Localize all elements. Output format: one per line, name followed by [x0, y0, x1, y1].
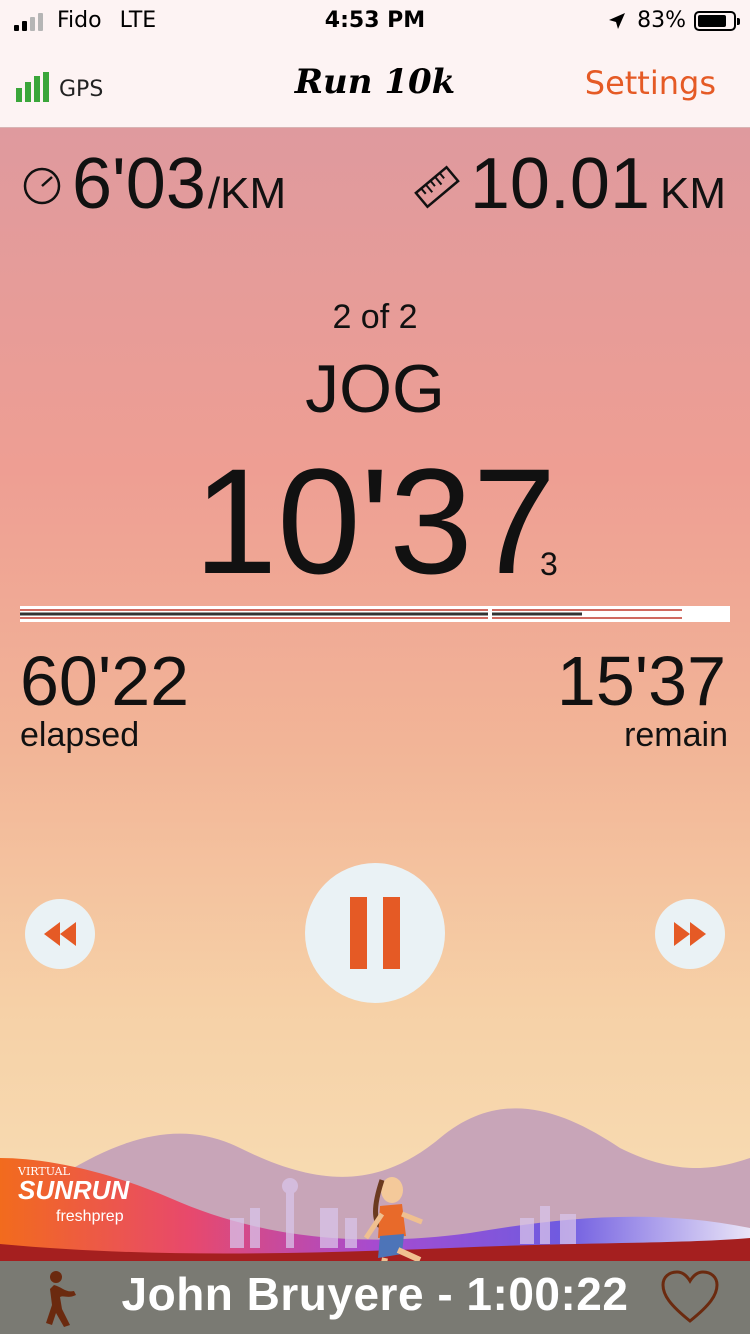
interval-timer-tenths: 3	[540, 546, 558, 582]
runner-footer: John Bruyere - 1:00:22	[0, 1261, 750, 1334]
pace-stat: 6'03 /KM	[22, 148, 286, 220]
interval-timer: 10'37	[193, 437, 557, 605]
next-interval-button[interactable]	[655, 899, 725, 969]
pause-button[interactable]	[305, 863, 445, 1003]
elapsed-value: 60'22	[20, 642, 190, 720]
elapsed-label: elapsed	[20, 716, 140, 754]
speedometer-icon	[23, 167, 61, 205]
pause-icon	[350, 897, 400, 969]
ruler-icon	[413, 165, 460, 209]
distance-value: 10.01	[469, 144, 650, 224]
settings-button[interactable]: Settings	[585, 64, 716, 102]
remain-value: 15'37	[556, 642, 726, 720]
battery-percent: 83%	[637, 8, 686, 33]
previous-interval-button[interactable]	[25, 899, 95, 969]
workout-panel: 6'03 /KM 10.01 KM 2 of 2 JOG 10'37 3 60'…	[0, 128, 750, 1261]
brand-main: SUNRUN	[18, 1175, 130, 1205]
interval-step: 2 of 2	[332, 298, 418, 336]
interval-phase: JOG	[305, 351, 445, 427]
brand-sponsor: freshprep	[56, 1208, 124, 1225]
status-right: 83%	[607, 8, 740, 33]
runner-name-time: John Bruyere - 1:00:22	[121, 1268, 629, 1320]
remain-label: remain	[624, 716, 728, 754]
sunrun-brand: VIRTUAL SUNRUN freshprep	[18, 1165, 148, 1226]
fast-forward-icon	[674, 922, 706, 946]
rewind-icon	[44, 922, 76, 946]
distance-unit: KM	[660, 169, 726, 218]
battery-icon	[694, 10, 740, 31]
heart-icon[interactable]	[660, 1269, 720, 1325]
pace-value: 6'03	[72, 144, 206, 224]
workout-progress-bar	[20, 606, 730, 622]
nav-bar: GPS Run 10k Settings	[0, 42, 750, 128]
pace-unit: /KM	[207, 169, 287, 218]
location-arrow-icon	[609, 12, 626, 29]
distance-stat: 10.01 KM	[413, 144, 726, 224]
status-bar: Fido LTE 4:53 PM 83%	[0, 0, 750, 42]
